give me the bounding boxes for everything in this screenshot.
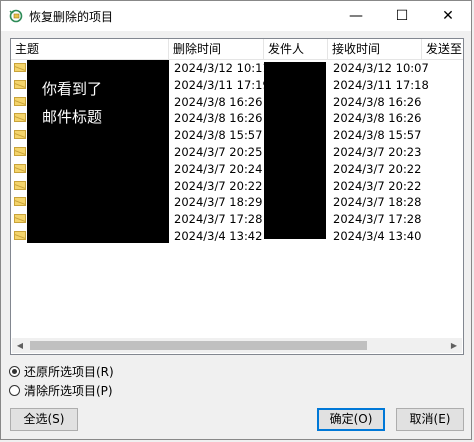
deleted-time-cell: 2024/3/12 10:11 <box>174 61 270 75</box>
deleted-time-cell: 2024/3/8 15:57 <box>174 128 263 143</box>
received-time-cell: 2024/3/4 13:40 <box>333 229 422 243</box>
cancel-button[interactable]: 取消(E) <box>396 408 464 431</box>
ok-button[interactable]: 确定(O) <box>317 408 385 431</box>
title-bar: 恢复删除的项目 — ☐ ✕ <box>1 1 471 31</box>
mail-envelope-icon <box>14 197 26 207</box>
select-all-button[interactable]: 全选(S) <box>10 408 78 431</box>
redaction-label-1: 你看到了 <box>42 80 103 98</box>
mail-envelope-icon <box>14 96 26 106</box>
deleted-time-cell: 2024/3/8 16:26 <box>174 94 263 109</box>
received-time-cell: 2024/3/8 15:57 <box>333 128 422 143</box>
list-header: 主题 删除时间 发件人 接收时间 发送至 <box>11 39 463 60</box>
mail-envelope-icon <box>14 130 26 140</box>
redacted-subject-block: 你看到了 邮件标题 <box>27 60 169 243</box>
window-title: 恢复删除的项目 <box>29 9 114 24</box>
deleted-time-cell: 2024/3/7 17:28 <box>174 212 263 227</box>
deleted-time-cell: 2024/3/7 18:29 <box>174 195 263 210</box>
deleted-time-cell: 2024/3/7 20:22 <box>174 178 263 193</box>
redacted-sender-block <box>264 62 326 239</box>
scroll-left-icon[interactable]: ◀ <box>12 338 28 353</box>
maximize-icon[interactable]: ☐ <box>379 1 425 31</box>
column-deleted-time[interactable]: 删除时间 <box>169 39 264 59</box>
restore-option[interactable]: 还原所选项目(R) <box>9 363 114 380</box>
received-time-cell: 2024/3/7 17:28 <box>333 212 422 227</box>
mail-envelope-icon <box>14 63 26 72</box>
mail-envelope-icon <box>14 79 26 89</box>
received-time-cell: 2024/3/7 20:23 <box>333 145 422 159</box>
mail-envelope-icon <box>14 163 26 173</box>
purge-radio[interactable] <box>9 385 20 396</box>
mail-envelope-icon <box>14 180 26 190</box>
deleted-time-cell: 2024/3/11 17:19 <box>174 77 270 92</box>
mail-envelope-icon <box>14 214 26 224</box>
deleted-time-cell: 2024/3/7 20:25 <box>174 145 263 159</box>
column-sender[interactable]: 发件人 <box>264 39 328 59</box>
received-time-cell: 2024/3/11 17:18 <box>333 77 429 92</box>
close-icon[interactable]: ✕ <box>425 1 471 31</box>
recover-deleted-items-dialog: 恢复删除的项目 — ☐ ✕ 主题 删除时间 发件人 接收时间 发送至 2024/… <box>0 0 472 440</box>
received-time-cell: 2024/3/8 16:26 <box>333 94 422 109</box>
received-time-cell: 2024/3/12 10:07 <box>333 61 429 75</box>
minimize-icon[interactable]: — <box>333 1 379 31</box>
horizontal-scrollbar[interactable]: ◀ ▶ <box>12 338 462 353</box>
received-time-cell: 2024/3/7 18:28 <box>333 195 422 210</box>
restore-label: 还原所选项目(R) <box>24 365 114 379</box>
deleted-time-cell: 2024/3/7 20:24 <box>174 161 263 176</box>
mail-envelope-icon <box>14 231 26 240</box>
redaction-label-2: 邮件标题 <box>42 108 103 126</box>
scroll-right-icon[interactable]: ▶ <box>446 338 462 353</box>
deleted-items-list[interactable]: 主题 删除时间 发件人 接收时间 发送至 2024/3/12 10:11 2024… <box>10 38 464 355</box>
deleted-time-cell: 2024/3/8 16:26 <box>174 111 263 126</box>
column-received-time[interactable]: 接收时间 <box>328 39 422 59</box>
recover-items-icon <box>9 9 23 23</box>
mail-envelope-icon <box>14 147 26 156</box>
received-time-cell: 2024/3/7 20:22 <box>333 161 422 176</box>
column-subject[interactable]: 主题 <box>11 39 169 59</box>
scroll-thumb[interactable] <box>30 341 367 350</box>
mail-envelope-icon <box>14 113 26 123</box>
purge-label: 清除所选项目(P) <box>24 384 113 398</box>
deleted-time-cell: 2024/3/4 13:42 <box>174 229 263 243</box>
received-time-cell: 2024/3/7 20:22 <box>333 178 422 193</box>
purge-option[interactable]: 清除所选项目(P) <box>9 382 113 399</box>
column-sent-to[interactable]: 发送至 <box>422 39 463 59</box>
restore-radio[interactable] <box>9 366 20 377</box>
received-time-cell: 2024/3/8 16:26 <box>333 111 422 126</box>
